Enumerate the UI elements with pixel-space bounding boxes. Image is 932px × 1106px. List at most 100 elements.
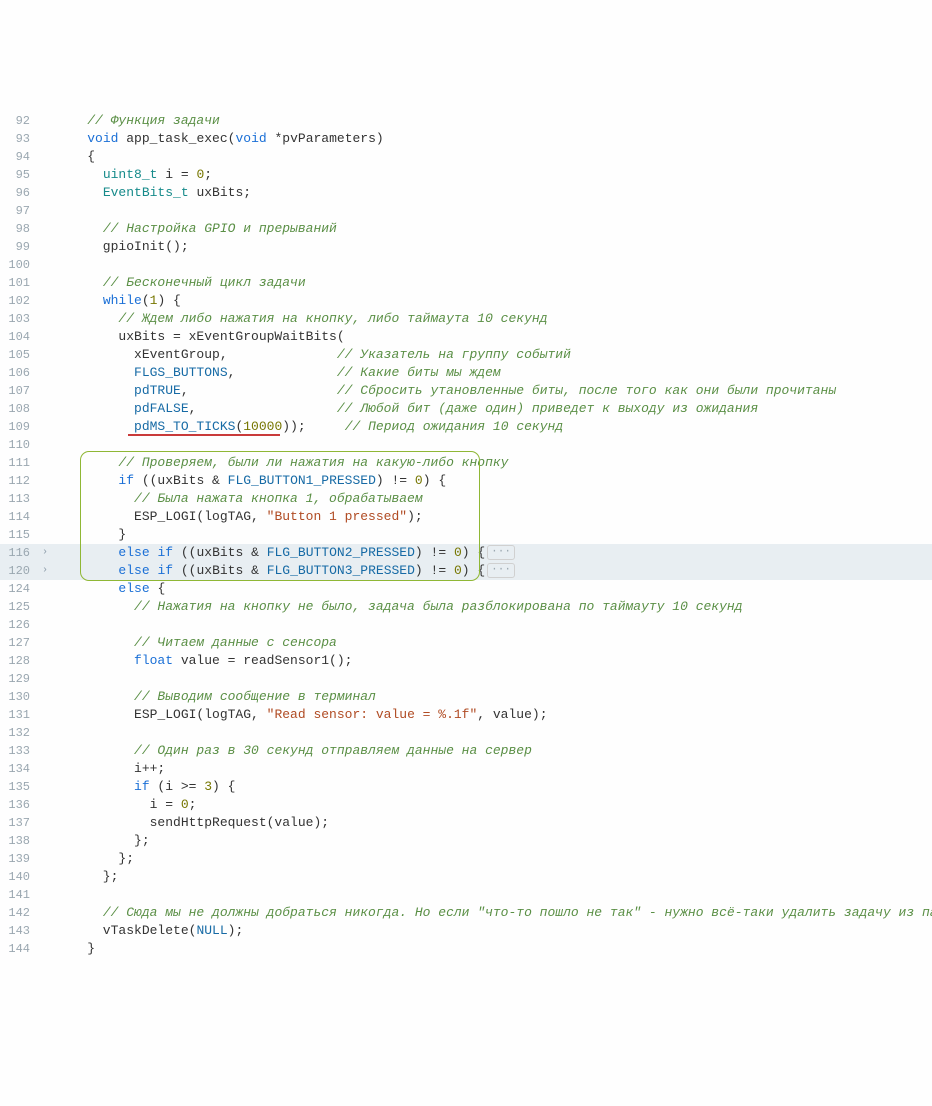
code-content[interactable]: else if ((uxBits & FLG_BUTTON2_PRESSED) …: [52, 544, 932, 562]
code-line[interactable]: 102 while(1) {: [0, 292, 932, 310]
code-token: [56, 419, 134, 434]
code-content[interactable]: uxBits = xEventGroupWaitBits(: [52, 328, 932, 346]
code-content[interactable]: ESP_LOGI(logTAG, "Button 1 pressed");: [52, 508, 932, 526]
code-line[interactable]: 113 // Была нажата кнопка 1, обрабатывае…: [0, 490, 932, 508]
code-line[interactable]: 140 };: [0, 868, 932, 886]
fold-collapsed-icon[interactable]: ›: [38, 544, 52, 562]
code-content[interactable]: xEventGroup, // Указатель на группу собы…: [52, 346, 932, 364]
code-content[interactable]: ESP_LOGI(logTAG, "Read sensor: value = %…: [52, 706, 932, 724]
code-token: "Read sensor: value = %.1f": [267, 707, 478, 722]
code-content[interactable]: // Проверяем, были ли нажатия на какую-л…: [52, 454, 932, 472]
code-content[interactable]: pdMS_TO_TICKS(10000)); // Период ожидани…: [52, 418, 932, 436]
code-token: , value);: [477, 707, 547, 722]
fold-collapsed-icon[interactable]: ›: [38, 562, 52, 580]
code-line[interactable]: 103 // Ждем либо нажатия на кнопку, либо…: [0, 310, 932, 328]
code-line[interactable]: 95 uint8_t i = 0;: [0, 166, 932, 184]
code-line[interactable]: 97: [0, 202, 932, 220]
code-line[interactable]: 99 gpioInit();: [0, 238, 932, 256]
code-content[interactable]: // Была нажата кнопка 1, обрабатываем: [52, 490, 932, 508]
code-content[interactable]: gpioInit();: [52, 238, 932, 256]
code-line[interactable]: 114 ESP_LOGI(logTAG, "Button 1 pressed")…: [0, 508, 932, 526]
code-line[interactable]: 120› else if ((uxBits & FLG_BUTTON3_PRES…: [0, 562, 932, 580]
code-content[interactable]: sendHttpRequest(value);: [52, 814, 932, 832]
code-line[interactable]: 130 // Выводим сообщение в терминал: [0, 688, 932, 706]
code-content[interactable]: void app_task_exec(void *pvParameters): [52, 130, 932, 148]
code-line[interactable]: 129: [0, 670, 932, 688]
code-content[interactable]: {: [52, 148, 932, 166]
code-line[interactable]: 143 vTaskDelete(NULL);: [0, 922, 932, 940]
code-content[interactable]: while(1) {: [52, 292, 932, 310]
code-content[interactable]: if (i >= 3) {: [52, 778, 932, 796]
code-token: ));: [282, 419, 344, 434]
code-line[interactable]: 104 uxBits = xEventGroupWaitBits(: [0, 328, 932, 346]
code-line[interactable]: 144 }: [0, 940, 932, 958]
code-content[interactable]: // Один раз в 30 секунд отправляем данны…: [52, 742, 932, 760]
code-line[interactable]: 126: [0, 616, 932, 634]
code-content[interactable]: };: [52, 832, 932, 850]
code-content[interactable]: else {: [52, 580, 932, 598]
code-token: FLGS_BUTTONS: [134, 365, 228, 380]
code-line[interactable]: 111 // Проверяем, были ли нажатия на как…: [0, 454, 932, 472]
code-line[interactable]: 98 // Настройка GPIO и прерываний: [0, 220, 932, 238]
code-line[interactable]: 138 };: [0, 832, 932, 850]
code-content[interactable]: // Ждем либо нажатия на кнопку, либо тай…: [52, 310, 932, 328]
code-line[interactable]: 115 }: [0, 526, 932, 544]
code-line[interactable]: 110: [0, 436, 932, 454]
code-content[interactable]: // Бесконечный цикл задачи: [52, 274, 932, 292]
code-line[interactable]: 136 i = 0;: [0, 796, 932, 814]
code-line[interactable]: 137 sendHttpRequest(value);: [0, 814, 932, 832]
code-line[interactable]: 132: [0, 724, 932, 742]
code-line[interactable]: 94 {: [0, 148, 932, 166]
code-content[interactable]: }: [52, 940, 932, 958]
line-number: 108: [0, 400, 38, 418]
code-token: [56, 563, 118, 578]
code-line[interactable]: 141: [0, 886, 932, 904]
code-line[interactable]: 109 pdMS_TO_TICKS(10000)); // Период ожи…: [0, 418, 932, 436]
code-content[interactable]: }: [52, 526, 932, 544]
fold-ellipsis-icon[interactable]: ···: [487, 545, 515, 560]
code-content[interactable]: // Сюда мы не должны добраться никогда. …: [52, 904, 932, 922]
code-token: ((uxBits &: [134, 473, 228, 488]
code-line[interactable]: 106 FLGS_BUTTONS, // Какие биты мы ждем: [0, 364, 932, 382]
code-content[interactable]: if ((uxBits & FLG_BUTTON1_PRESSED) != 0)…: [52, 472, 932, 490]
code-line[interactable]: 139 };: [0, 850, 932, 868]
code-line[interactable]: 135 if (i >= 3) {: [0, 778, 932, 796]
code-line[interactable]: 131 ESP_LOGI(logTAG, "Read sensor: value…: [0, 706, 932, 724]
code-line[interactable]: 125 // Нажатия на кнопку не было, задача…: [0, 598, 932, 616]
code-line[interactable]: 134 i++;: [0, 760, 932, 778]
code-content[interactable]: else if ((uxBits & FLG_BUTTON3_PRESSED) …: [52, 562, 932, 580]
code-line[interactable]: 133 // Один раз в 30 секунд отправляем д…: [0, 742, 932, 760]
code-content[interactable]: EventBits_t uxBits;: [52, 184, 932, 202]
code-content[interactable]: i++;: [52, 760, 932, 778]
code-line[interactable]: 128 float value = readSensor1();: [0, 652, 932, 670]
code-content[interactable]: uint8_t i = 0;: [52, 166, 932, 184]
fold-ellipsis-icon[interactable]: ···: [487, 563, 515, 578]
code-content[interactable]: vTaskDelete(NULL);: [52, 922, 932, 940]
code-line[interactable]: 107 pdTRUE, // Сбросить утановленные бит…: [0, 382, 932, 400]
code-line[interactable]: 112 if ((uxBits & FLG_BUTTON1_PRESSED) !…: [0, 472, 932, 490]
code-line[interactable]: 96 EventBits_t uxBits;: [0, 184, 932, 202]
code-content[interactable]: pdTRUE, // Сбросить утановленные биты, п…: [52, 382, 932, 400]
code-content[interactable]: FLGS_BUTTONS, // Какие биты мы ждем: [52, 364, 932, 382]
code-line[interactable]: 100: [0, 256, 932, 274]
code-content[interactable]: pdFALSE, // Любой бит (даже один) привед…: [52, 400, 932, 418]
code-line[interactable]: 105 xEventGroup, // Указатель на группу …: [0, 346, 932, 364]
code-line[interactable]: 116› else if ((uxBits & FLG_BUTTON2_PRES…: [0, 544, 932, 562]
code-line[interactable]: 124 else {: [0, 580, 932, 598]
code-content[interactable]: i = 0;: [52, 796, 932, 814]
code-content[interactable]: float value = readSensor1();: [52, 652, 932, 670]
code-content[interactable]: };: [52, 850, 932, 868]
code-line[interactable]: 108 pdFALSE, // Любой бит (даже один) пр…: [0, 400, 932, 418]
code-content[interactable]: // Выводим сообщение в терминал: [52, 688, 932, 706]
code-line[interactable]: 142 // Сюда мы не должны добраться никог…: [0, 904, 932, 922]
code-editor[interactable]: 92 // Функция задачи93 void app_task_exe…: [0, 112, 932, 958]
code-line[interactable]: 101 // Бесконечный цикл задачи: [0, 274, 932, 292]
code-content[interactable]: };: [52, 868, 932, 886]
code-content[interactable]: // Настройка GPIO и прерываний: [52, 220, 932, 238]
code-line[interactable]: 127 // Читаем данные с сенсора: [0, 634, 932, 652]
code-content[interactable]: // Нажатия на кнопку не было, задача был…: [52, 598, 932, 616]
code-line[interactable]: 93 void app_task_exec(void *pvParameters…: [0, 130, 932, 148]
code-content[interactable]: // Функция задачи: [52, 112, 932, 130]
code-content[interactable]: // Читаем данные с сенсора: [52, 634, 932, 652]
code-line[interactable]: 92 // Функция задачи: [0, 112, 932, 130]
